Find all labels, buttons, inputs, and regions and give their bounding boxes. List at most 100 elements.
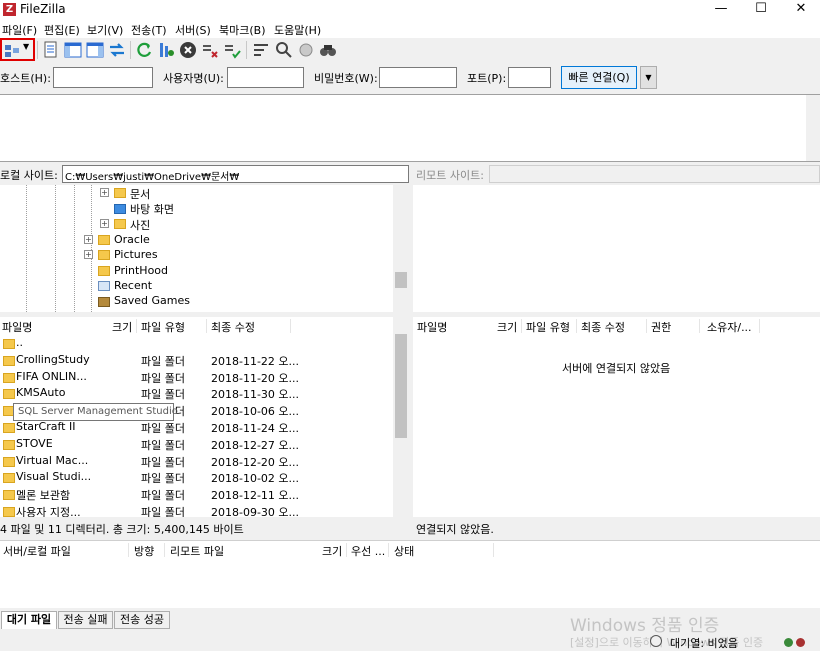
folder-icon [98, 250, 110, 260]
file-modified: 2018-12-20 오... [211, 455, 300, 469]
disconnect-button[interactable] [200, 40, 220, 60]
download-indicator-icon [796, 638, 805, 647]
table-row[interactable]: Virtual Mac... 파일 폴더 2018-12-20 오... [0, 453, 393, 470]
local-list-scrollbar[interactable] [393, 317, 409, 517]
log-scrollbar[interactable] [806, 95, 820, 161]
reconnect-button[interactable] [222, 40, 242, 60]
table-row[interactable]: Visual Studi... 파일 폴더 2018-10-02 오... [0, 469, 393, 486]
table-row[interactable]: StarCraft II 파일 폴더 2018-11-24 오... [0, 419, 393, 436]
file-modified: 2018-12-11 오... [211, 489, 300, 503]
cancel-button[interactable] [178, 40, 198, 60]
maximize-button[interactable]: ☐ [741, 0, 781, 20]
close-button[interactable]: ✕ [781, 0, 820, 20]
remote-path-input[interactable] [489, 165, 820, 183]
host-input[interactable] [53, 67, 153, 88]
file-name: FIFA ONLIN... [16, 369, 87, 383]
table-row[interactable]: FIFA ONLIN... 파일 폴더 2018-11-20 오... [0, 369, 393, 386]
tree-item-pictures[interactable]: Pictures [114, 248, 158, 261]
recent-folder-icon [98, 281, 110, 291]
message-log-icon [44, 41, 57, 58]
column-owner[interactable]: 소유자/... [707, 319, 752, 335]
column-direction[interactable]: 방향 [134, 543, 154, 559]
column-status[interactable]: 상태 [394, 543, 414, 559]
search-button[interactable] [318, 40, 338, 60]
directory-filter-button[interactable] [251, 40, 271, 60]
transfer-queue-button[interactable] [107, 40, 127, 60]
column-filename[interactable]: 파일명 [417, 319, 447, 335]
column-size[interactable]: 크기 [497, 319, 517, 335]
expand-toggle[interactable]: + [100, 219, 109, 228]
column-filename[interactable]: 파일명 [2, 319, 32, 335]
tab-successful-transfers[interactable]: 전송 성공 [114, 611, 170, 629]
menu-help[interactable]: 도움말(H) [274, 22, 321, 38]
file-modified: 2018-11-22 오... [211, 354, 300, 368]
tree-item-saved-games[interactable]: Saved Games [114, 294, 190, 307]
local-tree-scrollbar[interactable] [393, 185, 409, 312]
expand-toggle[interactable]: + [84, 235, 93, 244]
site-manager-button[interactable]: ▼ [0, 38, 35, 61]
search-icon [320, 45, 336, 56]
table-row[interactable]: KMSAuto 파일 폴더 2018-11-30 오... [0, 385, 393, 402]
column-server-local-file[interactable]: 서버/로컬 파일 [3, 543, 71, 559]
table-row[interactable]: CrollingStudy 파일 폴더 2018-11-22 오... [0, 352, 393, 369]
column-modified[interactable]: 최종 수정 [211, 319, 255, 335]
tree-item-documents[interactable]: 문서 [130, 186, 150, 202]
table-row[interactable]: 사용자 지정... 파일 폴더 2018-09-30 오... [0, 503, 393, 517]
tree-item-photos[interactable]: 사진 [130, 217, 150, 233]
tree-item-recent[interactable]: Recent [114, 279, 152, 292]
toggle-compare-button[interactable] [274, 40, 294, 60]
tree-item-oracle[interactable]: Oracle [114, 233, 150, 246]
menu-edit[interactable]: 편집(E) [44, 22, 80, 38]
process-queue-button[interactable] [156, 40, 176, 60]
message-log-button[interactable] [41, 40, 61, 60]
directory-listing-filter-icon [254, 44, 268, 56]
tab-queued-files[interactable]: 대기 파일 [1, 611, 57, 629]
cancel-icon [180, 42, 196, 58]
column-modified[interactable]: 최종 수정 [581, 319, 625, 335]
password-input[interactable] [379, 67, 457, 88]
menu-view[interactable]: 보기(V) [87, 22, 123, 38]
menu-file[interactable]: 파일(F) [2, 22, 37, 38]
tree-item-printhood[interactable]: PrintHood [114, 264, 168, 277]
file-type: 파일 폴더 [141, 438, 185, 452]
table-row[interactable]: .. [0, 335, 393, 352]
expand-toggle[interactable]: + [100, 188, 109, 197]
expand-toggle[interactable]: + [84, 250, 93, 259]
file-type: 파일 폴더 [141, 354, 185, 368]
window-title: FileZilla [20, 2, 66, 16]
local-list-header: 파일명 ^ 크기 파일 유형 최종 수정 [0, 317, 393, 335]
queue-status-text: 대기열: 비었음 [670, 637, 738, 650]
refresh-button[interactable] [134, 40, 154, 60]
chevron-down-icon: ▼ [23, 42, 30, 51]
menu-bar: 파일(F) 편집(E) 보기(V) 전송(T) 서버(S) 북마크(B) 도움말… [0, 20, 820, 38]
quickconnect-history-dropdown[interactable]: ▼ [640, 66, 657, 89]
tab-failed-transfers[interactable]: 전송 실패 [58, 611, 113, 629]
table-row[interactable]: STOVE 파일 폴더 2018-12-27 오... [0, 436, 393, 453]
file-name: KMSAuto [16, 386, 66, 400]
username-input[interactable] [227, 67, 304, 88]
menu-transfer[interactable]: 전송(T) [131, 22, 167, 38]
sync-browse-icon [299, 43, 313, 57]
local-path-input[interactable]: C:₩Users₩justi₩OneDrive₩문서₩ [62, 165, 409, 183]
column-size[interactable]: 크기 [112, 319, 132, 335]
local-tree-button[interactable] [63, 40, 83, 60]
quickconnect-button[interactable]: 빠른 연결(Q) [561, 66, 637, 89]
table-row[interactable]: 멜론 보관함 파일 폴더 2018-12-11 오... [0, 486, 393, 503]
menu-bookmarks[interactable]: 북마크(B) [219, 22, 266, 38]
column-permissions[interactable]: 권한 [651, 319, 671, 335]
port-label: 포트(P): [467, 72, 507, 85]
column-filetype[interactable]: 파일 유형 [526, 319, 570, 335]
column-remote-file[interactable]: 리모트 파일 [170, 543, 224, 559]
tree-item-desktop[interactable]: 바탕 화면 [130, 201, 174, 217]
remote-tree-button[interactable] [85, 40, 105, 60]
column-size[interactable]: 크기 [322, 543, 342, 559]
column-filetype[interactable]: 파일 유형 [141, 319, 185, 335]
port-input[interactable] [508, 67, 551, 88]
folder-icon [3, 456, 15, 467]
sort-ascending-icon: ^ [36, 317, 44, 324]
menu-server[interactable]: 서버(S) [175, 22, 211, 38]
queue-status-icon [650, 635, 662, 647]
sync-browse-button[interactable] [296, 40, 316, 60]
column-priority[interactable]: 우선 ... [351, 543, 385, 559]
minimize-button[interactable]: — [701, 0, 741, 20]
